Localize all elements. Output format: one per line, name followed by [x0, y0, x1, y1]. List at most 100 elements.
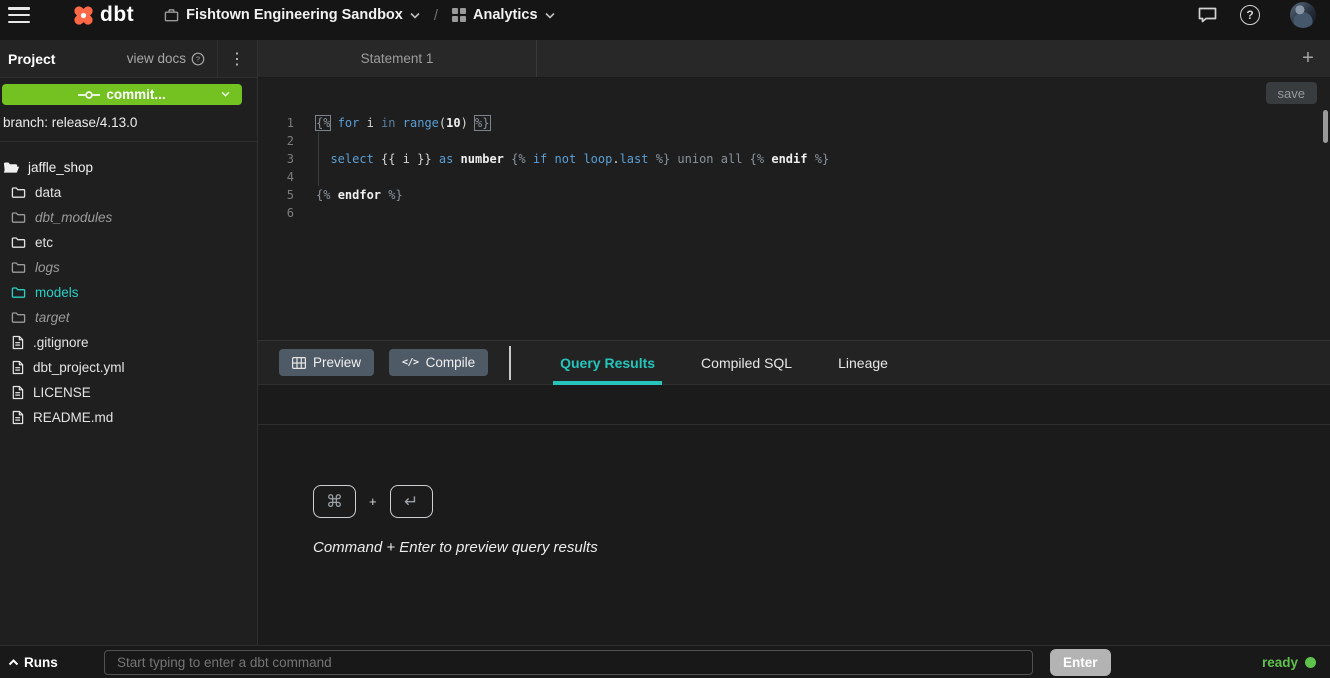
tree-item-README.md[interactable]: README.md	[0, 405, 257, 430]
briefcase-icon	[164, 8, 179, 23]
tabstrip-spacer	[537, 40, 1286, 77]
command-key-icon: ⌘	[313, 485, 356, 518]
status-dot	[1305, 657, 1316, 668]
code-text: select {{ i }} as number {% if not loop.…	[316, 150, 829, 168]
folder-icon	[11, 235, 26, 250]
tree-item-label: logs	[35, 260, 60, 275]
account-selector[interactable]: Fishtown Engineering Sandbox	[164, 7, 420, 23]
code-editor[interactable]: 1 {% for i in range(10) %} 23 select {{ i …	[258, 108, 1330, 341]
git-commit-icon	[78, 90, 100, 100]
line-number: 4	[258, 168, 304, 186]
chat-icon[interactable]	[1197, 5, 1218, 25]
save-button[interactable]: save	[1266, 82, 1317, 104]
sidebar: Project view docs ? ⋮ comm	[0, 40, 258, 645]
dbt-logo: dbt	[70, 2, 134, 29]
tree-item-dbt_project.yml[interactable]: dbt_project.yml	[0, 355, 257, 380]
folder-icon	[11, 310, 26, 325]
enter-key-icon: ↵	[390, 485, 433, 518]
tree-item-target[interactable]: target	[0, 305, 257, 330]
tree-item-jaffle_shop[interactable]: jaffle_shop	[0, 155, 257, 180]
line-number: 1	[258, 114, 304, 132]
results-subheader	[258, 385, 1330, 425]
tree-item-label: LICENSE	[33, 385, 91, 400]
compile-button[interactable]: </> Compile	[389, 349, 488, 376]
dbt-logo-text: dbt	[100, 3, 134, 27]
tree-item-label: .gitignore	[33, 335, 89, 350]
tree-item-label: jaffle_shop	[28, 160, 93, 175]
tree-item-logs[interactable]: logs	[0, 255, 257, 280]
line-number: 3	[258, 150, 304, 168]
tree-item-.gitignore[interactable]: .gitignore	[0, 330, 257, 355]
scrollbar-thumb[interactable]	[1323, 110, 1328, 143]
tree-item-label: dbt_modules	[35, 210, 112, 225]
indent-guide	[318, 132, 319, 186]
help-icon[interactable]: ?	[1240, 5, 1260, 25]
commit-label: commit...	[106, 87, 165, 102]
view-docs-link[interactable]: view docs ?	[127, 51, 217, 66]
code-text: {% for i in range(10) %}	[316, 114, 490, 132]
project-name: Analytics	[473, 7, 537, 23]
code-line[interactable]: 1 {% for i in range(10) %}	[258, 114, 1330, 132]
line-number: 6	[258, 204, 304, 222]
folder-open-icon	[3, 160, 19, 175]
tree-item-etc[interactable]: etc	[0, 230, 257, 255]
project-selector[interactable]: Analytics	[452, 7, 554, 23]
editor-tab-bar: Statement 1 +	[258, 40, 1330, 78]
tree-item-label: etc	[35, 235, 53, 250]
top-bar: dbt Fishtown Engineering Sandbox /	[0, 0, 1330, 40]
branch-label: branch: release/4.13.0	[0, 105, 257, 141]
preview-button[interactable]: Preview	[279, 349, 374, 376]
table-grid-icon	[292, 357, 306, 369]
tree-item-dbt_modules[interactable]: dbt_modules	[0, 205, 257, 230]
code-line[interactable]: 2	[258, 132, 1330, 150]
runs-toggle[interactable]: Runs	[8, 655, 104, 670]
file-tree: jaffle_shopdata dbt_modulesetc logs models t…	[0, 142, 257, 430]
grid-icon	[452, 8, 466, 22]
tree-item-LICENSE[interactable]: LICENSE	[0, 380, 257, 405]
kebab-menu-icon[interactable]: ⋮	[218, 49, 257, 69]
commit-button[interactable]: commit...	[2, 84, 242, 105]
folder-icon	[11, 260, 26, 275]
tree-item-label: data	[35, 185, 61, 200]
file-icon	[11, 410, 24, 425]
code-line[interactable]: 4	[258, 168, 1330, 186]
preview-hint-text: Command + Enter to preview query results	[313, 539, 1330, 556]
editor-action-row: save	[258, 78, 1330, 108]
tab-statement-1[interactable]: Statement 1	[258, 40, 537, 77]
hamburger-menu-icon[interactable]	[8, 6, 30, 24]
code-text: {% endfor %}	[316, 186, 403, 204]
chevron-up-icon	[8, 659, 19, 666]
code-line[interactable]: 6	[258, 204, 1330, 222]
tree-item-models[interactable]: models	[0, 280, 257, 305]
enter-button[interactable]: Enter	[1050, 649, 1111, 676]
tree-item-label: dbt_project.yml	[33, 360, 125, 375]
runs-label: Runs	[24, 655, 58, 670]
editor-scrollbar[interactable]	[1323, 110, 1328, 339]
avatar[interactable]	[1290, 2, 1316, 28]
line-number: 2	[258, 132, 304, 150]
breadcrumb-separator: /	[434, 7, 438, 24]
tab-query-results[interactable]: Query Results	[553, 341, 662, 385]
tree-item-label: models	[35, 285, 79, 300]
plus-separator: +	[369, 494, 377, 509]
main-area: Project view docs ? ⋮ comm	[0, 40, 1330, 645]
tree-item-data[interactable]: data	[0, 180, 257, 205]
svg-text:?: ?	[196, 54, 200, 63]
chevron-down-icon	[410, 12, 420, 19]
tree-item-label: README.md	[33, 410, 113, 425]
code-line[interactable]: 3 select {{ i }} as number {% if not loo…	[258, 150, 1330, 168]
dbt-command-input[interactable]	[104, 650, 1033, 675]
line-number: 5	[258, 186, 304, 204]
code-lines: 1 {% for i in range(10) %} 23 select {{ i …	[258, 114, 1330, 222]
dbt-logo-icon	[70, 2, 97, 29]
new-tab-button[interactable]: +	[1286, 40, 1330, 77]
tab-compiled-sql[interactable]: Compiled SQL	[694, 341, 799, 385]
results-content: ⌘ + ↵ Command + Enter to preview query r…	[258, 425, 1330, 645]
chevron-down-icon	[221, 91, 230, 97]
code-line[interactable]: 5 {% endfor %}	[258, 186, 1330, 204]
help-circle-icon: ?	[191, 52, 205, 66]
sidebar-title: Project	[8, 51, 55, 67]
status-label: ready	[1262, 655, 1298, 670]
tab-lineage[interactable]: Lineage	[831, 341, 895, 385]
bottom-bar: Runs Enter ready	[0, 645, 1330, 678]
